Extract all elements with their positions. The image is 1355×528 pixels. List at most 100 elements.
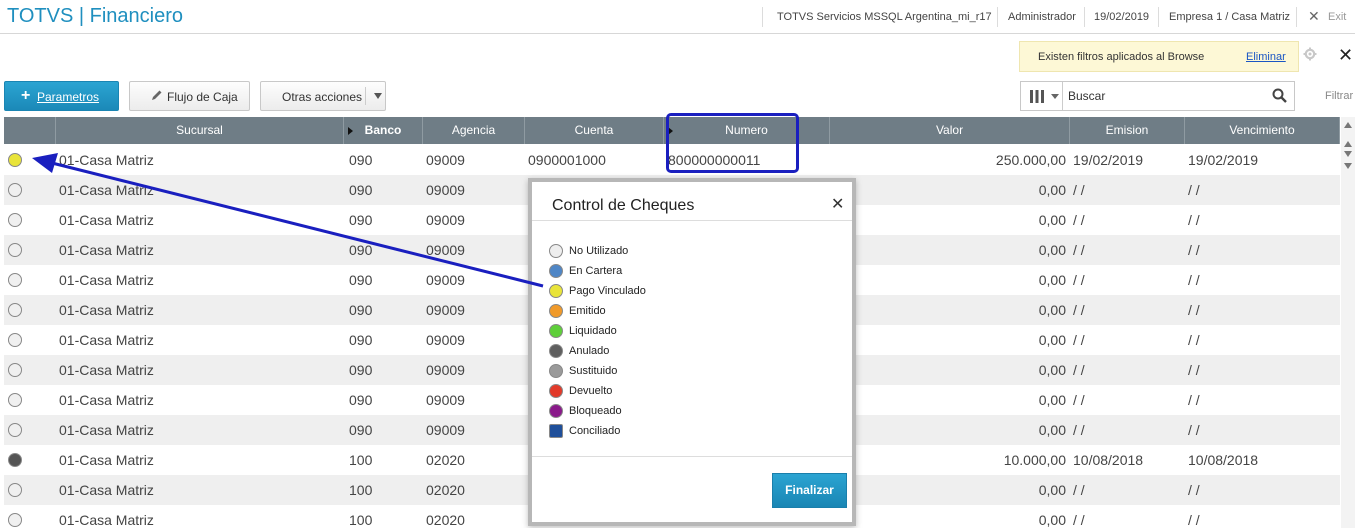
column-header-status[interactable]: [4, 117, 56, 144]
status-circle-icon: [549, 244, 563, 258]
separator: [1296, 7, 1297, 27]
cell-sucursal: 01-Casa Matriz: [59, 422, 154, 438]
status-white-icon: [8, 183, 22, 197]
divider: [532, 220, 852, 221]
otras-acciones-button[interactable]: Otras acciones: [260, 81, 386, 111]
column-header-banco[interactable]: Banco: [344, 117, 423, 144]
cell-valor: 10.000,00: [1003, 452, 1066, 468]
control-de-cheques-dialog: Control de Cheques ✕ No Utilizado En Cart…: [528, 178, 856, 526]
status-white-icon: [8, 303, 22, 317]
status-circle-icon: [549, 364, 563, 378]
cell-sucursal: 01-Casa Matriz: [59, 512, 154, 528]
remove-filters-link[interactable]: Eliminar: [1246, 51, 1286, 63]
top-bar: TOTVS | Financiero TOTVS Servicios MSSQL…: [0, 0, 1355, 34]
cell-vencimiento: / /: [1188, 332, 1200, 348]
scroll-bottom-icon[interactable]: [1344, 163, 1352, 169]
cell-sucursal: 01-Casa Matriz: [59, 332, 154, 348]
column-header-numero[interactable]: Numero: [664, 117, 830, 144]
cell-valor: 0,00: [1038, 482, 1066, 498]
cell-emision: / /: [1073, 302, 1085, 318]
close-icon[interactable]: ✕: [831, 194, 844, 214]
column-header-banco-label: Banco: [364, 123, 402, 137]
cell-valor: 0,00: [1038, 392, 1066, 408]
exit-button[interactable]: Exit: [1328, 11, 1346, 23]
status-circle-icon: [549, 304, 563, 318]
cell-valor: 0,00: [1038, 512, 1066, 528]
column-header-agencia[interactable]: Agencia: [423, 117, 525, 144]
column-header-emision[interactable]: Emision: [1070, 117, 1185, 144]
cell-banco: 090: [349, 212, 373, 228]
column-header-sucursal[interactable]: Sucursal: [56, 117, 344, 144]
legend-label: Bloqueado: [569, 405, 622, 417]
status-white-icon: [8, 273, 22, 287]
close-icon[interactable]: ✕: [1338, 45, 1353, 66]
cell-vencimiento: / /: [1188, 482, 1200, 498]
column-header-vencimiento[interactable]: Vencimiento: [1185, 117, 1340, 144]
column-header-cuenta[interactable]: Cuenta: [525, 117, 664, 144]
date-label: 19/02/2019: [1094, 11, 1150, 23]
search-input[interactable]: [1068, 86, 1258, 106]
company-label[interactable]: Empresa 1 / Casa Matriz: [1169, 11, 1290, 23]
cell-emision: / /: [1073, 272, 1085, 288]
exit-icon[interactable]: ✕: [1308, 8, 1320, 25]
cell-emision: / /: [1073, 512, 1085, 528]
cell-agencia: 09009: [426, 242, 465, 258]
cell-sucursal: 01-Casa Matriz: [59, 302, 154, 318]
vertical-scrollbar[interactable]: [1341, 117, 1355, 528]
legend-label: Emitido: [569, 305, 606, 317]
cell-valor: 250.000,00: [995, 152, 1066, 168]
column-selector[interactable]: [1021, 82, 1063, 110]
gear-icon[interactable]: [1303, 47, 1317, 61]
status-white-icon: [8, 213, 22, 227]
filter-banner: Existen filtros aplicados al Browse Elim…: [1019, 41, 1299, 72]
legend-label: Anulado: [569, 345, 610, 357]
search-icon[interactable]: [1272, 88, 1287, 103]
separator: [1084, 7, 1085, 27]
cell-valor: 0,00: [1038, 332, 1066, 348]
cell-sucursal: 01-Casa Matriz: [59, 482, 154, 498]
cell-emision: / /: [1073, 332, 1085, 348]
status-circle-icon: [549, 344, 563, 358]
cell-emision: 19/02/2019: [1073, 152, 1144, 168]
cell-emision: / /: [1073, 392, 1085, 408]
cell-valor: 0,00: [1038, 272, 1066, 288]
cell-agencia: 09009: [426, 362, 465, 378]
cell-banco: 100: [349, 482, 373, 498]
search-box: [1020, 81, 1295, 111]
cell-sucursal: 01-Casa Matriz: [59, 212, 154, 228]
cell-emision: / /: [1073, 182, 1085, 198]
app-title: TOTVS | Financiero: [7, 5, 183, 27]
cell-banco: 090: [349, 242, 373, 258]
status-circle-icon: [549, 324, 563, 338]
cell-agencia: 09009: [426, 152, 465, 168]
status-circle-icon: [549, 284, 563, 298]
scroll-down-icon[interactable]: [1344, 151, 1352, 157]
cell-valor: 0,00: [1038, 422, 1066, 438]
cell-banco: 090: [349, 302, 373, 318]
cell-agencia: 09009: [426, 182, 465, 198]
chevron-down-icon: [1051, 94, 1059, 99]
separator: [997, 7, 998, 27]
cell-sucursal: 01-Casa Matriz: [59, 272, 154, 288]
sort-marker-icon: [668, 127, 673, 135]
scroll-up-icon[interactable]: [1344, 141, 1352, 147]
parametros-button[interactable]: + Parametros: [4, 81, 119, 111]
cell-banco: 090: [349, 392, 373, 408]
cell-emision: / /: [1073, 242, 1085, 258]
scroll-top-icon[interactable]: [1344, 122, 1352, 128]
legend-label: Liquidado: [569, 325, 617, 337]
filtrar-button[interactable]: Filtrar: [1325, 90, 1353, 102]
cell-sucursal: 01-Casa Matriz: [59, 452, 154, 468]
status-circle-icon: [549, 384, 563, 398]
cell-emision: / /: [1073, 212, 1085, 228]
cell-emision: 10/08/2018: [1073, 452, 1144, 468]
status-square-icon: [549, 424, 563, 438]
column-header-valor[interactable]: Valor: [830, 117, 1070, 144]
status-white-icon: [8, 483, 22, 497]
status-white-icon: [8, 423, 22, 437]
table-row[interactable]: 01-Casa Matriz 090 09009 0900001000 80000000…: [4, 145, 1340, 175]
grid-header: Sucursal Banco Agencia Cuenta Numero Val…: [4, 117, 1340, 144]
finalizar-button[interactable]: Finalizar: [772, 473, 847, 508]
cell-vencimiento: 19/02/2019: [1188, 152, 1259, 168]
flujo-de-caja-button[interactable]: Flujo de Caja: [129, 81, 250, 111]
